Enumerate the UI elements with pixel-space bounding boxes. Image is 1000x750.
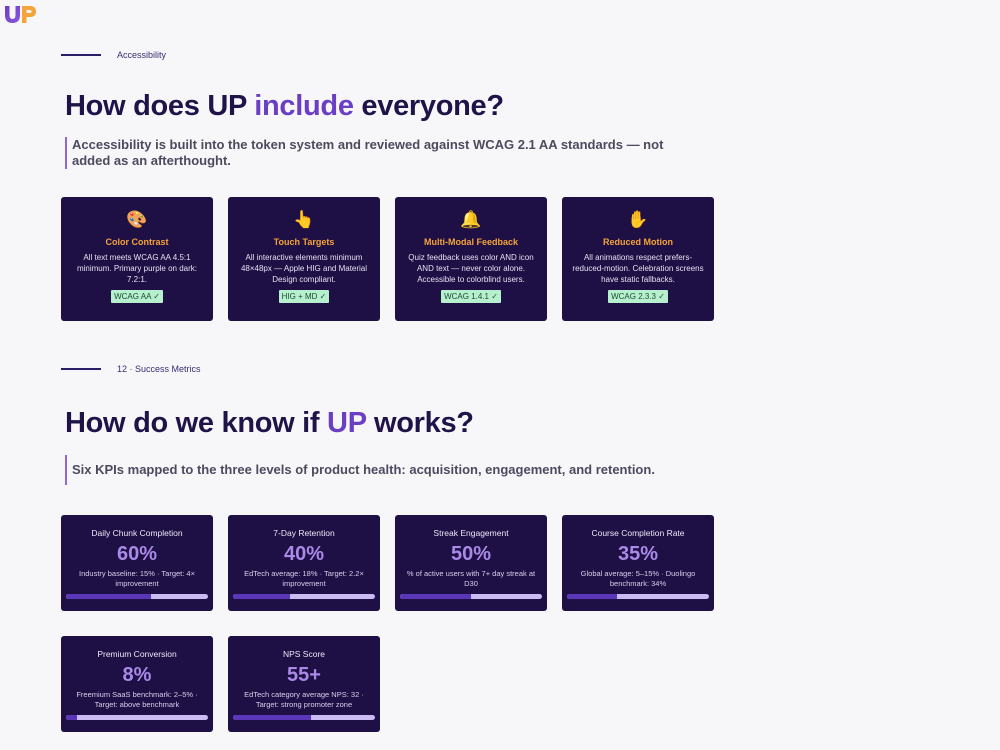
metrics-lead: Six KPIs mapped to the three levels of p… <box>65 455 725 485</box>
up-logo[interactable] <box>3 3 39 25</box>
section-rule <box>61 54 101 56</box>
compliance-badge: WCAG 2.3.3 ✓ <box>608 290 668 303</box>
card-title: Reduced Motion <box>603 237 673 247</box>
kpi-progress-fill <box>66 594 152 599</box>
kpi-note: Industry baseline: 15% · Target: 4× impr… <box>79 569 195 588</box>
card-title: Color Contrast <box>105 237 169 247</box>
kpi-value: 55+ <box>287 664 321 686</box>
heading-accent: include <box>254 90 354 122</box>
section-label-success-metrics: 12 · Success Metrics <box>61 364 201 374</box>
kpi-value: 40% <box>283 543 325 565</box>
kpi-value: 60% <box>116 543 158 565</box>
card-description: All animations respect prefers-reduced-m… <box>572 253 704 284</box>
accessibility-card-reduced-motion: ✋ Reduced Motion All animations respect … <box>562 197 714 321</box>
kpi-title: Course Completion Rate <box>591 528 685 538</box>
card-description: All interactive elements minimum 48×48px… <box>240 253 368 284</box>
kpi-note: EdTech category average NPS: 32 · Target… <box>244 690 364 709</box>
heading-accent: UP <box>327 407 367 439</box>
card-description: All text meets WCAG AA 4.5:1 minimum. Pr… <box>76 253 198 284</box>
card-title: Touch Targets <box>273 237 335 247</box>
card-description: Quiz feedback uses color AND icon AND te… <box>408 253 534 284</box>
section-label-text: Accessibility <box>117 50 167 60</box>
accessibility-card-multi-modal-feedback: 🔔 Multi-Modal Feedback Quiz feedback use… <box>395 197 547 321</box>
page: Accessibility How does UP include everyo… <box>0 0 1000 750</box>
kpi-note: EdTech average: 18% · Target: 2.2× impro… <box>244 569 364 588</box>
kpi-value: 35% <box>617 543 659 565</box>
kpi-note: % of active users with 7+ day streak at … <box>406 569 536 588</box>
kpi-note: Global average: 5–15% · Duolingo benchma… <box>580 569 696 588</box>
kpi-progress-fill <box>66 715 78 720</box>
section-label-accessibility: Accessibility <box>61 50 166 60</box>
kpi-progress-bar <box>66 594 208 599</box>
kpi-progress-fill <box>567 594 617 599</box>
kpi-progress-fill <box>233 715 312 720</box>
compliance-badge: WCAG AA ✓ <box>111 290 163 303</box>
kpi-progress-bar <box>400 594 542 599</box>
section-label-text: 12 · Success Metrics <box>117 364 201 374</box>
metrics-heading: How do we know if UP works? <box>65 407 474 439</box>
kpi-card-7-day-retention: 7-Day Retention 40% EdTech average: 18% … <box>228 515 380 611</box>
kpi-value: 8% <box>122 664 152 686</box>
pointing-hand-icon: 👆 <box>293 210 315 229</box>
section-rule <box>61 368 101 370</box>
kpi-note: Freemium SaaS benchmark: 2–5% · Target: … <box>76 690 198 709</box>
kpi-title: Daily Chunk Completion <box>91 528 183 538</box>
card-title: Multi-Modal Feedback <box>423 237 518 247</box>
raised-hand-icon: ✋ <box>627 210 649 229</box>
kpi-title: Streak Engagement <box>433 528 509 538</box>
kpi-card-premium-conversion: Premium Conversion 8% Freemium SaaS benc… <box>61 636 213 732</box>
kpi-card-course-completion-rate: Course Completion Rate 35% Global averag… <box>562 515 714 611</box>
kpi-progress-fill <box>233 594 290 599</box>
accessibility-card-touch-targets: 👆 Touch Targets All interactive elements… <box>228 197 380 321</box>
accessibility-card-color-contrast: 🎨 Color Contrast All text meets WCAG AA … <box>61 197 213 321</box>
kpi-card-streak-engagement: Streak Engagement 50% % of active users … <box>395 515 547 611</box>
kpi-title: 7-Day Retention <box>273 528 335 538</box>
kpi-progress-fill <box>400 594 471 599</box>
kpi-progress-bar <box>233 594 375 599</box>
compliance-badge: WCAG 1.4.1 ✓ <box>441 290 501 303</box>
compliance-badge: HIG + MD ✓ <box>278 290 330 303</box>
kpi-progress-bar <box>567 594 709 599</box>
kpi-title: Premium Conversion <box>97 649 177 659</box>
bell-icon: 🔔 <box>460 210 482 229</box>
kpi-card-nps-score: NPS Score 55+ EdTech category average NP… <box>228 636 380 732</box>
accessibility-heading: How does UP include everyone? <box>65 90 504 122</box>
accessibility-lead: Accessibility is built into the token sy… <box>65 137 665 169</box>
kpi-card-daily-chunk-completion: Daily Chunk Completion 60% Industry base… <box>61 515 213 611</box>
palette-icon: 🎨 <box>126 210 148 229</box>
kpi-progress-bar <box>233 715 375 720</box>
kpi-progress-bar <box>66 715 208 720</box>
kpi-value: 50% <box>450 543 492 565</box>
kpi-title: NPS Score <box>282 649 326 659</box>
